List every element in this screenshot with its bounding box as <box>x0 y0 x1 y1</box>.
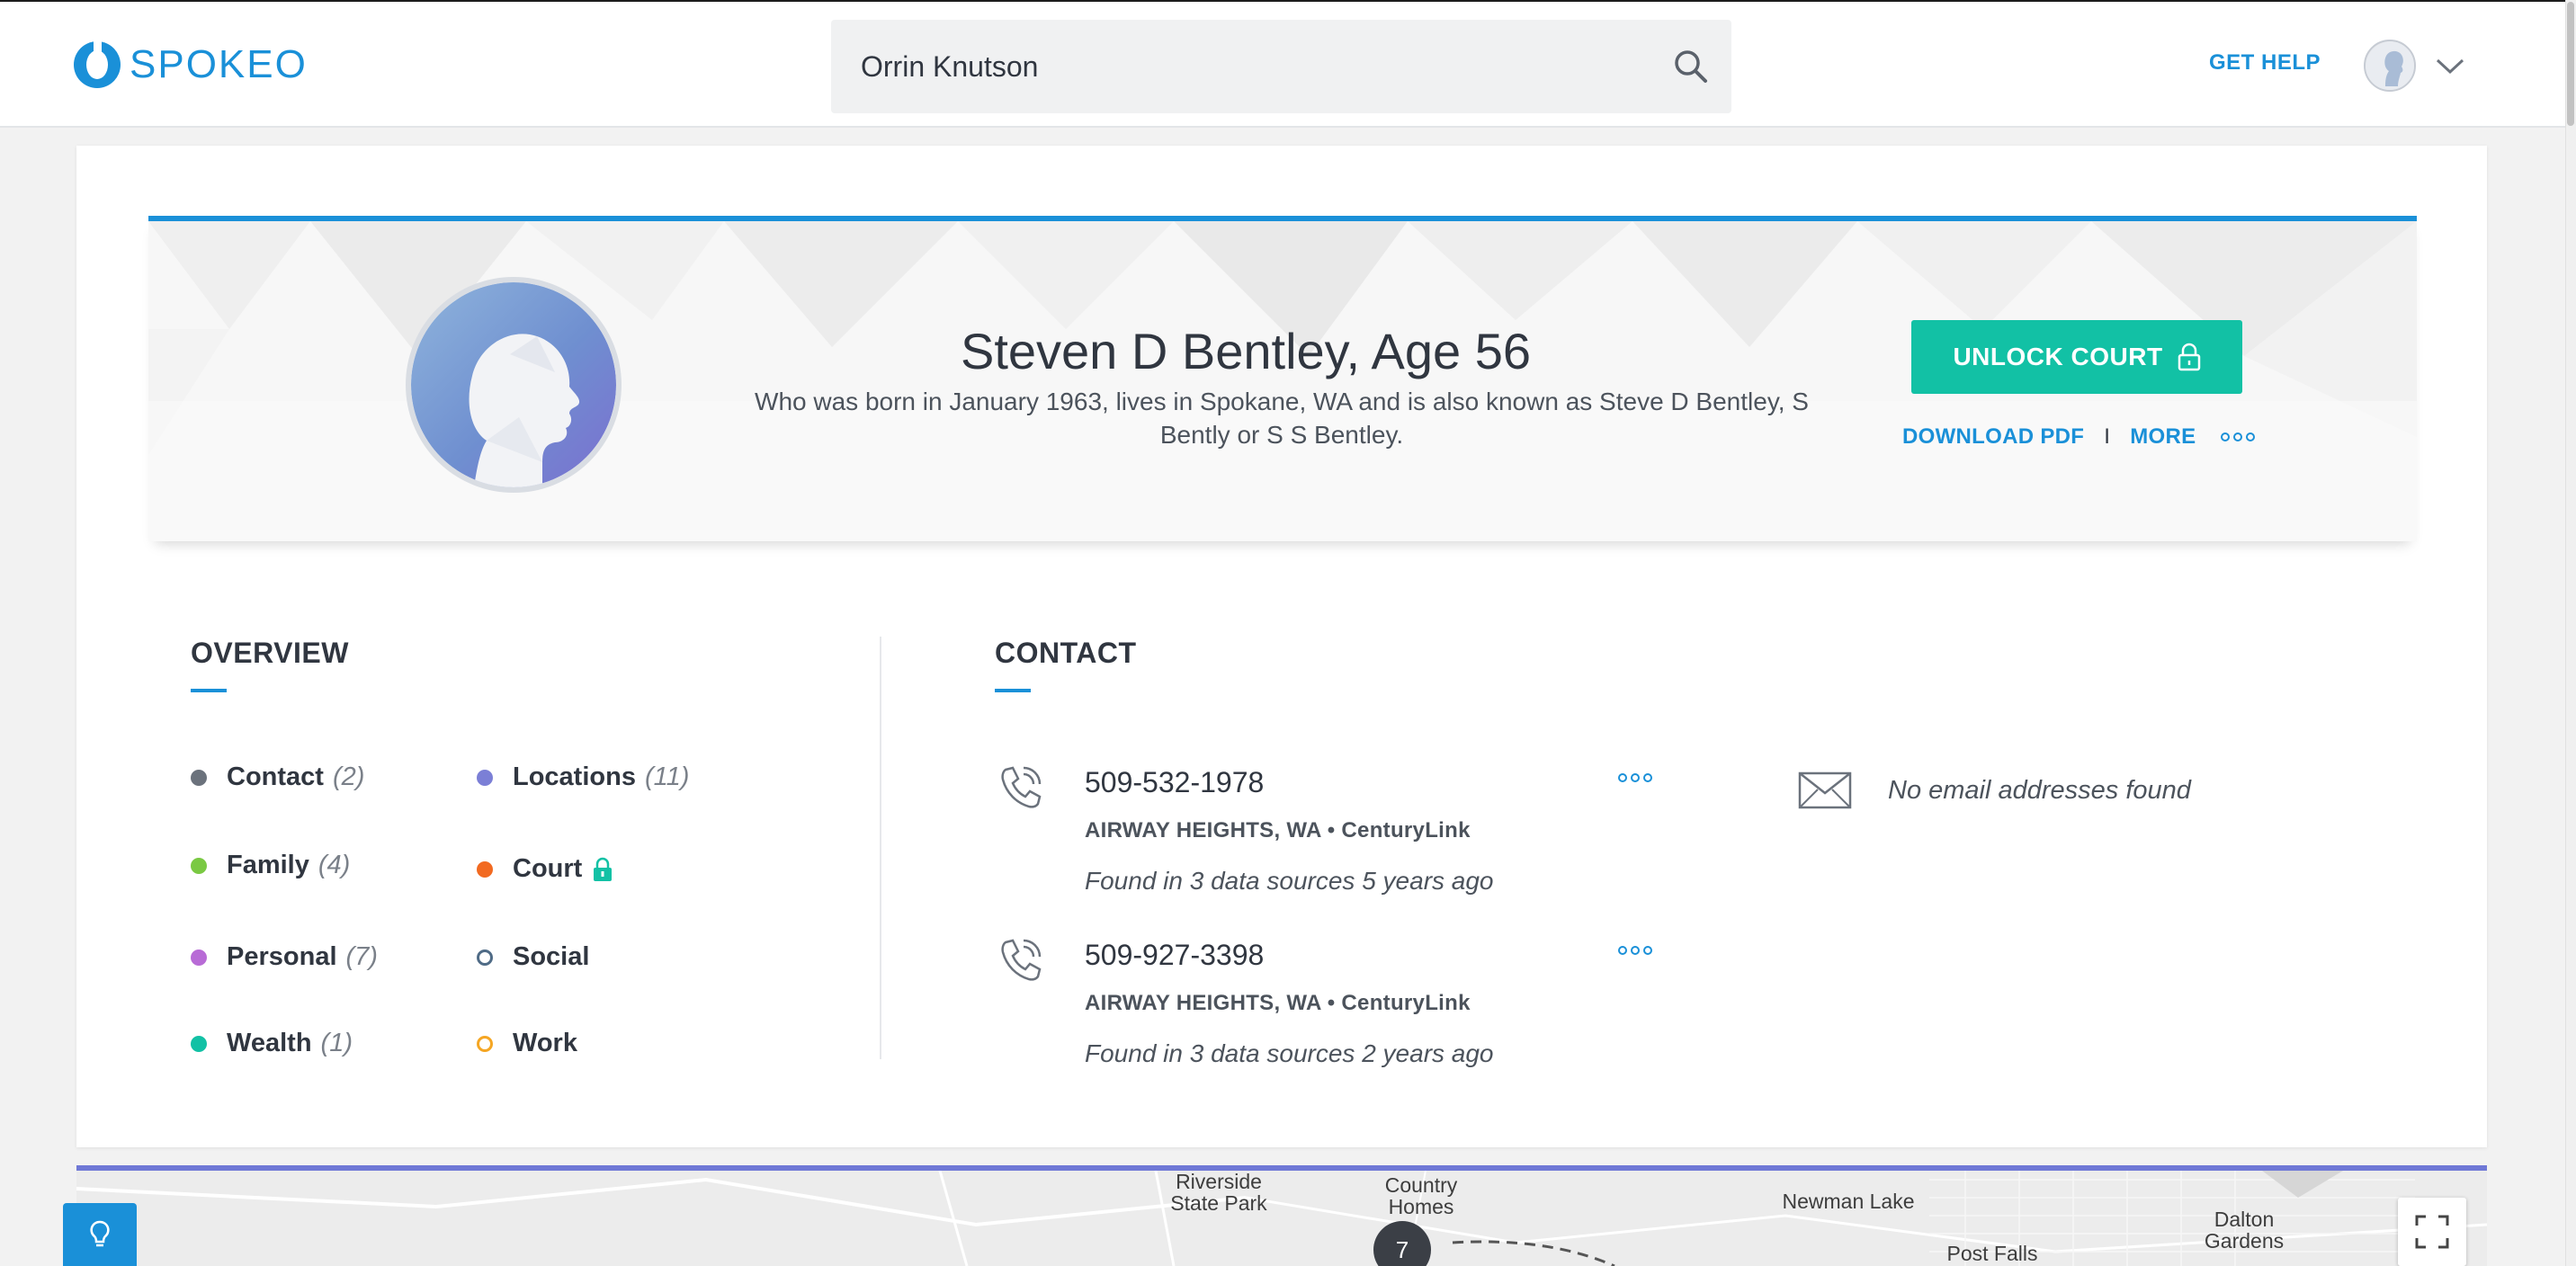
wealth-dot-icon <box>191 1035 207 1052</box>
contact-heading: CONTACT <box>995 637 1137 669</box>
scrollbar-thumb[interactable] <box>2567 2 2574 126</box>
lock-icon <box>2178 343 2200 371</box>
get-help-link[interactable]: GET HELP <box>2209 50 2321 76</box>
contact-underline <box>995 689 1031 692</box>
contact-dot-icon <box>191 769 207 786</box>
overview-item-social[interactable]: Social <box>477 942 589 972</box>
more-link[interactable]: MORE <box>2130 424 2196 450</box>
overview-heading: OVERVIEW <box>191 637 349 669</box>
overview-item-locations[interactable]: Locations (11) <box>477 762 689 792</box>
lightbulb-icon <box>90 1220 110 1247</box>
location-map[interactable]: Riverside State Park Country Homes Newman … <box>76 1165 2487 1266</box>
overview-item-contact[interactable]: Contact (2) <box>191 762 364 792</box>
user-avatar[interactable] <box>2364 40 2416 92</box>
search-box <box>831 20 1731 113</box>
user-silhouette-icon <box>2366 41 2414 90</box>
locations-dot-icon <box>477 769 493 786</box>
overview-item-wealth[interactable]: Wealth (1) <box>191 1029 353 1058</box>
spokeo-logo[interactable]: SPOKEO <box>74 40 308 88</box>
overview-item-court[interactable]: Court <box>477 854 613 884</box>
phone-icon <box>1001 939 1042 981</box>
profile-card: Steven D Bentley, Age 56 Who was born in… <box>76 146 2487 1147</box>
tips-button[interactable] <box>63 1203 137 1266</box>
more-options-icon[interactable] <box>2221 432 2256 441</box>
map-label-riverside: Riverside State Park <box>1170 1170 1267 1215</box>
map-label-post-falls: Post Falls <box>1946 1242 2038 1265</box>
overview-underline <box>191 689 227 692</box>
section-divider <box>880 637 881 1059</box>
map-label-newman-lake: Newman Lake <box>1782 1190 1915 1213</box>
map-fullscreen-button[interactable] <box>2398 1198 2466 1266</box>
map-label-dalton-gardens: Dalton Gardens <box>2204 1208 2285 1253</box>
envelope-icon <box>1798 771 1852 809</box>
search-icon <box>1675 50 1707 83</box>
phone-found-sources: Found in 3 data sources 5 years ago <box>1085 867 1494 895</box>
person-description: Who was born in January 1963, lives in S… <box>755 388 1809 449</box>
link-separator: I <box>2104 424 2111 449</box>
head-silhouette-icon <box>411 282 616 487</box>
overview-item-family[interactable]: Family (4) <box>191 851 350 880</box>
phone-options-icon[interactable] <box>1618 773 1652 782</box>
phone-number[interactable]: 509-532-1978 <box>1085 766 1264 799</box>
court-lock-icon <box>594 857 613 881</box>
search-button[interactable] <box>1650 20 1731 113</box>
map-label-country-homes: Country Homes <box>1384 1173 1458 1218</box>
search-input[interactable] <box>831 20 1650 113</box>
phone-icon <box>1001 766 1042 808</box>
person-name-age: Steven D Bentley, Age 56 <box>960 323 1532 379</box>
family-dot-icon <box>191 857 207 874</box>
phone-location: AIRWAY HEIGHTS, WA • CenturyLink <box>1085 818 1471 843</box>
profile-banner: Steven D Bentley, Age 56 Who was born in… <box>148 216 2417 541</box>
unlock-court-button[interactable]: UNLOCK COURT <box>1911 320 2242 394</box>
spokeo-logo-icon <box>74 40 121 88</box>
work-ring-icon <box>477 1035 493 1052</box>
overview-item-work[interactable]: Work <box>477 1029 577 1058</box>
chevron-down-icon[interactable] <box>2434 52 2466 79</box>
logo-text: SPOKEO <box>130 42 308 86</box>
personal-dot-icon <box>191 949 207 966</box>
phone-number[interactable]: 509-927-3398 <box>1085 939 1264 972</box>
download-pdf-link[interactable]: DOWNLOAD PDF <box>1902 424 2084 450</box>
banner-actions: DOWNLOAD PDF I MORE <box>1902 424 2256 450</box>
social-ring-icon <box>477 949 493 966</box>
unlock-court-label: UNLOCK COURT <box>1953 343 2163 370</box>
top-navigation-bar: SPOKEO GET HELP <box>0 0 2576 128</box>
court-dot-icon <box>477 860 493 878</box>
phone-location: AIRWAY HEIGHTS, WA • CenturyLink <box>1085 991 1471 1015</box>
no-email-message: No email addresses found <box>1888 776 2191 805</box>
profile-avatar <box>406 277 622 493</box>
page-scrollbar[interactable] <box>2565 0 2576 1266</box>
phone-options-icon[interactable] <box>1618 946 1652 955</box>
phone-found-sources: Found in 3 data sources 2 years ago <box>1085 1039 1494 1067</box>
overview-item-personal[interactable]: Personal (7) <box>191 942 378 972</box>
fullscreen-icon <box>2415 1215 2449 1249</box>
